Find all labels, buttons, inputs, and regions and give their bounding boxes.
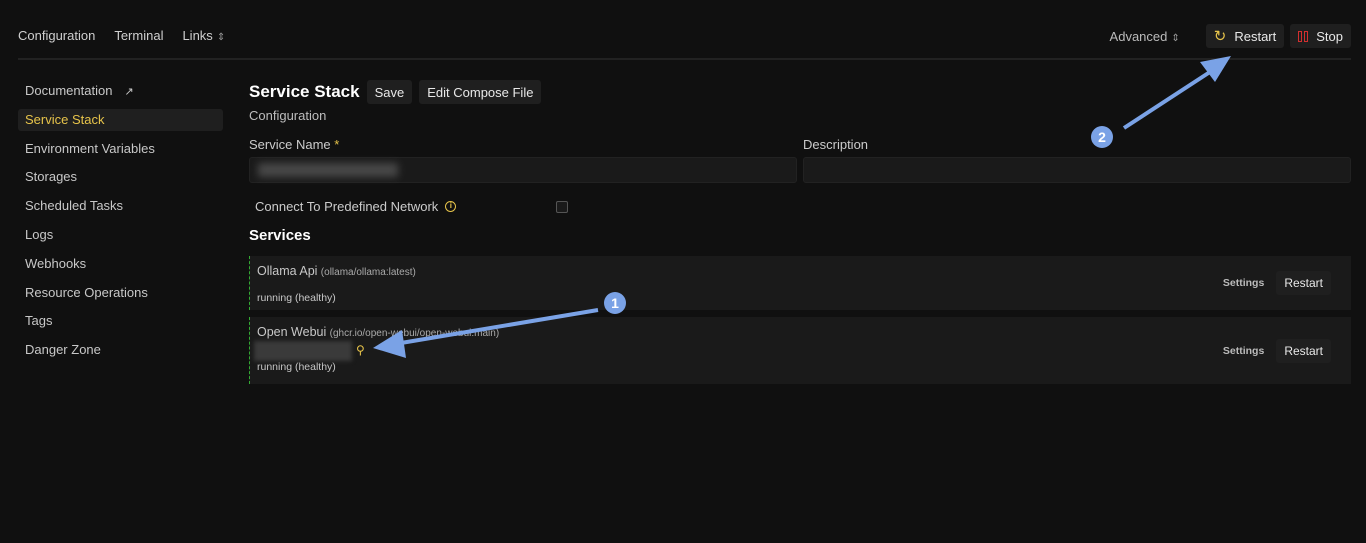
annotation-arrow-2: 2 [1091, 56, 1231, 148]
annotation-number: 1 [611, 295, 619, 311]
annotation-number: 2 [1098, 129, 1106, 145]
annotation-arrow-1: 1 [373, 292, 626, 358]
annotation-overlay: 1 2 [373, 56, 1231, 358]
